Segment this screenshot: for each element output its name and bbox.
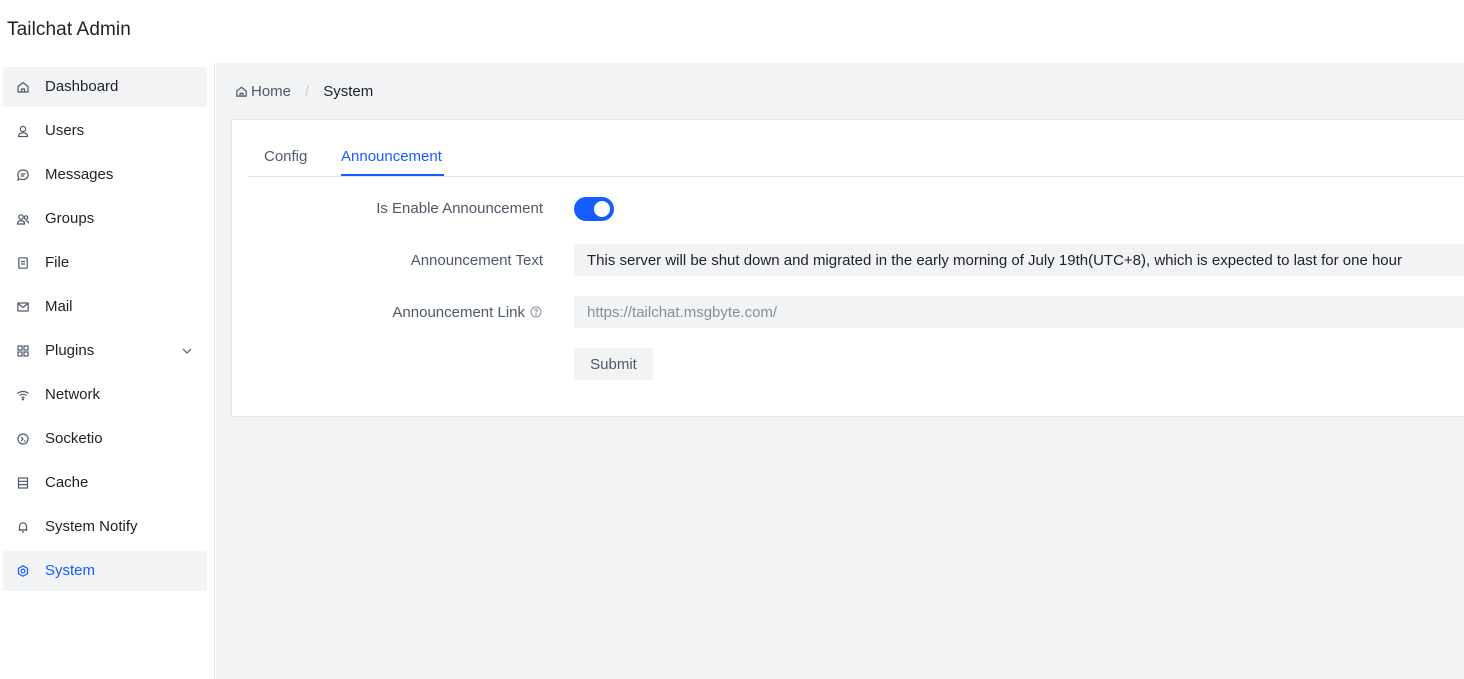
- announcement-text-label: Announcement Text: [410, 252, 543, 269]
- sidebar-item-socketio[interactable]: Socketio: [3, 419, 207, 459]
- sidebar-item-label: Mail: [45, 298, 73, 315]
- sidebar: Dashboard Users Messages Groups File Mai…: [0, 63, 215, 679]
- sidebar-item-label: Plugins: [45, 342, 95, 359]
- sidebar-item-system-notify[interactable]: System Notify: [3, 507, 207, 547]
- enable-announcement-label: Is Enable Announcement: [376, 200, 543, 217]
- storage-icon: [16, 476, 30, 490]
- home-icon: [16, 80, 30, 94]
- app-title: Tailchat Admin: [7, 19, 131, 40]
- sidebar-item-label: Cache: [45, 474, 89, 491]
- sidebar-item-label: Users: [45, 122, 85, 139]
- sidebar-item-label: Socketio: [45, 430, 103, 447]
- email-icon: [16, 300, 30, 314]
- sidebar-item-network[interactable]: Network: [3, 375, 207, 415]
- breadcrumb-current: System: [323, 82, 374, 100]
- user-icon: [16, 124, 30, 138]
- sidebar-item-users[interactable]: Users: [3, 111, 207, 151]
- sidebar-item-label: Groups: [45, 210, 95, 227]
- settings-icon: [16, 564, 30, 578]
- help-icon[interactable]: [530, 306, 542, 318]
- breadcrumb-home[interactable]: Home: [251, 83, 291, 100]
- chevron-down-icon[interactable]: [181, 345, 193, 357]
- announcement-link-input[interactable]: [574, 296, 1464, 328]
- announcement-text-input[interactable]: [574, 244, 1464, 276]
- switch-knob: [594, 201, 610, 217]
- home-icon: [235, 85, 248, 98]
- sidebar-item-label: System Notify: [45, 518, 138, 535]
- sidebar-item-label: System: [45, 562, 96, 579]
- sidebar-item-label: File: [45, 254, 70, 271]
- breadcrumb: Home / System: [235, 82, 373, 100]
- socket-icon: [16, 432, 30, 446]
- tab-announcement[interactable]: Announcement: [341, 148, 442, 165]
- submit-button[interactable]: Submit: [574, 348, 653, 380]
- sidebar-item-mail[interactable]: Mail: [3, 287, 207, 327]
- sidebar-item-groups[interactable]: Groups: [3, 199, 207, 239]
- main-content: Home / System Config Announcement Is Ena…: [216, 63, 1464, 679]
- enable-announcement-switch[interactable]: [574, 197, 614, 221]
- sidebar-item-plugins[interactable]: Plugins: [3, 331, 207, 371]
- sidebar-item-label: Network: [45, 386, 101, 403]
- breadcrumb-separator: /: [305, 82, 310, 100]
- sidebar-item-label: Dashboard: [45, 78, 119, 95]
- sidebar-item-label: Messages: [45, 166, 114, 183]
- sidebar-item-messages[interactable]: Messages: [3, 155, 207, 195]
- tab-config[interactable]: Config: [264, 148, 307, 165]
- wifi-icon: [16, 388, 30, 402]
- app-header: Tailchat Admin: [0, 0, 1464, 63]
- sidebar-item-cache[interactable]: Cache: [3, 463, 207, 503]
- file-icon: [16, 256, 30, 270]
- sidebar-item-system[interactable]: System: [3, 551, 207, 591]
- sidebar-item-dashboard[interactable]: Dashboard: [3, 67, 207, 107]
- announcement-link-label: Announcement Link: [392, 304, 525, 321]
- sidebar-item-file[interactable]: File: [3, 243, 207, 283]
- message-icon: [16, 168, 30, 182]
- notification-icon: [16, 520, 30, 534]
- tab-active-indicator: [341, 174, 444, 176]
- system-card: Config Announcement Is Enable Announceme…: [231, 119, 1464, 417]
- tab-bar: Config Announcement: [248, 120, 1464, 177]
- user-group-icon: [16, 212, 30, 226]
- app-root: Tailchat Admin Dashboard Users Messages: [0, 0, 1464, 679]
- apps-icon: [16, 344, 30, 358]
